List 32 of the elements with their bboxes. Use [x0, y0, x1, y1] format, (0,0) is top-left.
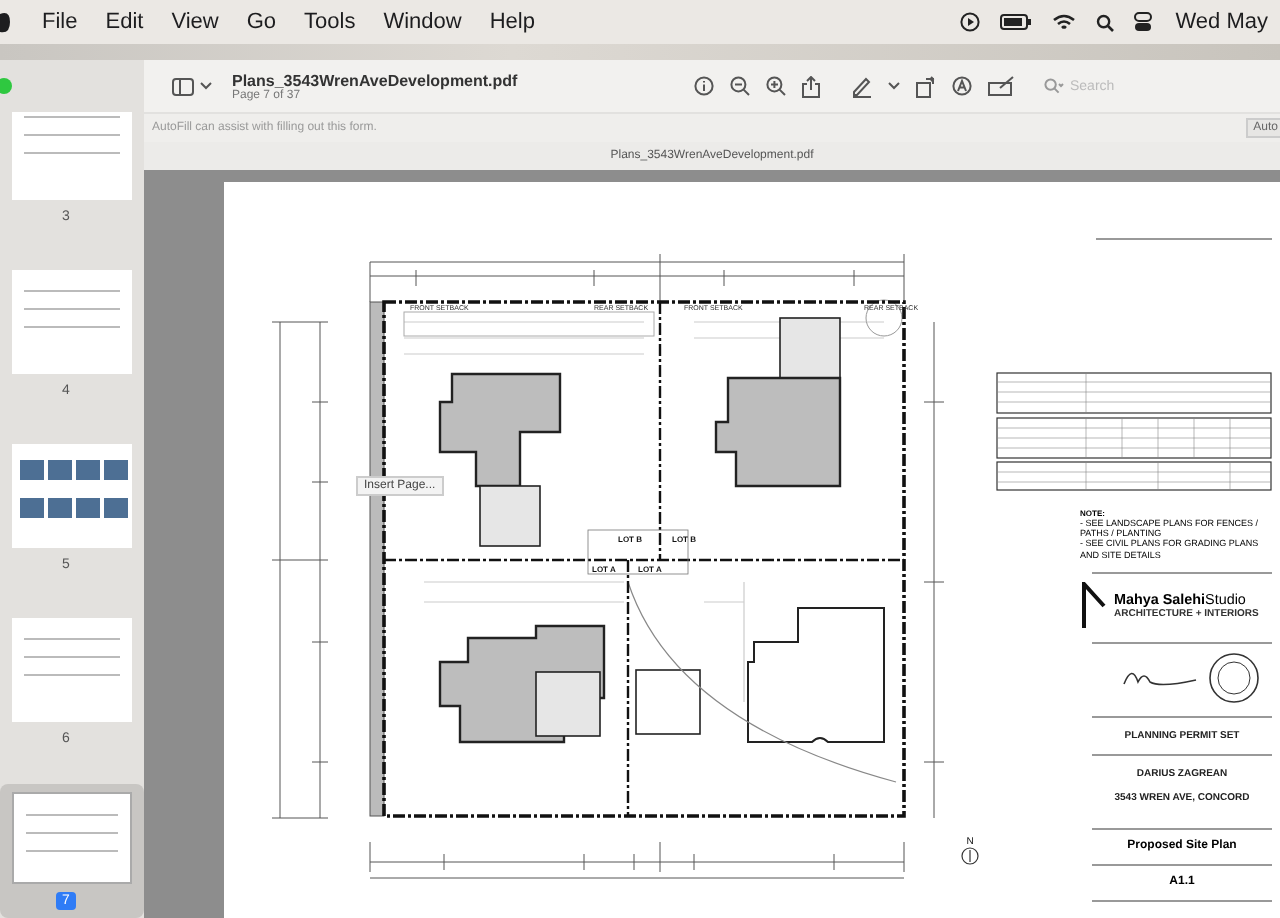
architect-stamp-drawing [1208, 651, 1260, 704]
page-thumbnail[interactable] [12, 792, 132, 884]
battery-icon[interactable] [999, 14, 1032, 30]
menu-item[interactable]: Window [383, 10, 462, 34]
zoom-out-icon[interactable] [730, 76, 750, 96]
menu-item[interactable]: File [42, 10, 78, 34]
play-circle-icon[interactable] [959, 12, 980, 32]
zoom-in-icon[interactable] [766, 76, 786, 96]
menu-item[interactable]: Help [489, 10, 535, 34]
markup-icon[interactable] [952, 76, 972, 96]
share-icon[interactable] [802, 75, 820, 97]
form-fill-icon[interactable] [988, 76, 1016, 96]
chevron-down-icon[interactable] [888, 82, 900, 90]
control-center-icon[interactable] [1133, 12, 1152, 32]
page-thumbnail[interactable] [12, 444, 132, 548]
info-icon[interactable] [694, 76, 714, 96]
rotate-icon[interactable] [916, 75, 936, 97]
sidebar-icon[interactable] [172, 77, 194, 95]
menu-item[interactable]: Tools [304, 10, 356, 34]
menu-item[interactable]: Edit [105, 10, 144, 34]
menu-item[interactable]: View [171, 10, 219, 34]
page-thumbnail[interactable] [12, 618, 132, 722]
menu-bar-clock[interactable]: Wed May [1175, 10, 1268, 34]
page-thumbnail[interactable] [12, 270, 132, 374]
chevron-down-icon[interactable] [200, 82, 212, 90]
search-icon[interactable] [1095, 13, 1114, 31]
pen-icon[interactable] [852, 75, 872, 97]
menu-item[interactable]: Go [246, 10, 277, 34]
page-thumbnail[interactable] [12, 112, 132, 200]
wifi-icon[interactable] [1051, 13, 1076, 31]
studio-logo-icon [1080, 581, 1108, 630]
document-title: Plans_3543WrenAveDevelopment.pdf [232, 71, 518, 89]
